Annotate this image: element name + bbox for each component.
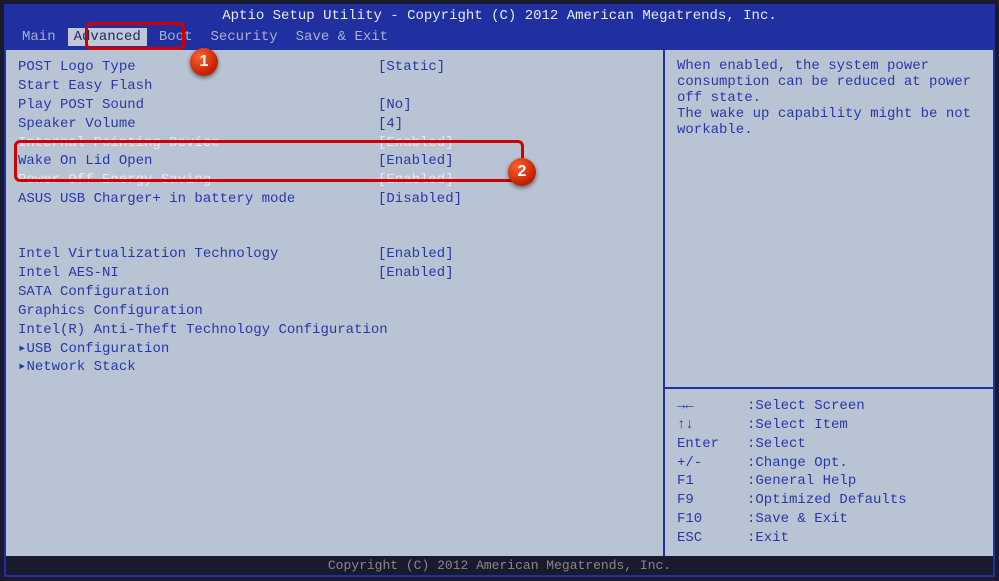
setting-usb-configuration[interactable]: ▸ USB Configuration xyxy=(18,340,651,359)
spacer xyxy=(18,209,651,227)
setting-wake-on-lid-open[interactable]: Wake On Lid Open [Enabled] xyxy=(18,152,651,171)
nav-help: →←: Select Screen ↑↓: Select Item Enter:… xyxy=(665,387,993,556)
setting-value: [Static] xyxy=(378,58,445,77)
nav-exit: ESC: Exit xyxy=(677,529,981,548)
bios-frame: Aptio Setup Utility - Copyright (C) 2012… xyxy=(4,4,995,577)
setting-power-off-energy-saving[interactable]: Power Off Energy Saving [Enabled] xyxy=(18,171,651,190)
nav-general-help: F1: General Help xyxy=(677,472,981,491)
menu-security[interactable]: Security xyxy=(204,28,283,46)
right-panel: When enabled, the system power consumpti… xyxy=(663,50,993,556)
help-content: When enabled, the system power consumpti… xyxy=(677,58,971,138)
setting-value: [Enabled] xyxy=(378,152,454,171)
setting-value: [No] xyxy=(378,96,412,115)
header-bar: Aptio Setup Utility - Copyright (C) 2012… xyxy=(6,6,993,26)
setting-speaker-volume[interactable]: Speaker Volume [4] xyxy=(18,115,651,134)
setting-value: [Enabled] xyxy=(378,134,454,153)
setting-label: Speaker Volume xyxy=(18,115,378,134)
setting-label: SATA Configuration xyxy=(18,283,378,302)
setting-label: POST Logo Type xyxy=(18,58,378,77)
setting-label: Start Easy Flash xyxy=(18,77,378,96)
setting-label: Internal Pointing Device xyxy=(18,134,378,153)
settings-panel: POST Logo Type [Static] Start Easy Flash… xyxy=(6,50,663,556)
setting-asus-usb-charger[interactable]: ASUS USB Charger+ in battery mode [Disab… xyxy=(18,190,651,209)
setting-value: [4] xyxy=(378,115,403,134)
submenu-arrow-icon: ▸ xyxy=(18,340,26,359)
spacer xyxy=(18,227,651,245)
setting-label: Graphics Configuration xyxy=(18,302,378,321)
header-title: Aptio Setup Utility - Copyright (C) 2012… xyxy=(222,8,777,24)
nav-save-exit: F10: Save & Exit xyxy=(677,510,981,529)
menu-bar: Main Advanced Boot Security Save & Exit xyxy=(6,26,993,48)
setting-label: Play POST Sound xyxy=(18,96,378,115)
menu-advanced[interactable]: Advanced xyxy=(68,28,147,46)
nav-select-screen: →←: Select Screen xyxy=(677,397,981,416)
footer-text: Copyright (C) 2012 American Megatrends, … xyxy=(328,558,671,573)
nav-select-item: ↑↓: Select Item xyxy=(677,416,981,435)
setting-label: USB Configuration xyxy=(26,340,366,359)
setting-label: Wake On Lid Open xyxy=(18,152,378,171)
setting-sata-configuration[interactable]: SATA Configuration xyxy=(18,283,651,302)
setting-label: Network Stack xyxy=(26,358,366,377)
setting-value: [Enabled] xyxy=(378,264,454,283)
setting-label: ASUS USB Charger+ in battery mode xyxy=(18,190,378,209)
menu-boot[interactable]: Boot xyxy=(153,28,199,46)
setting-label: Intel Virtualization Technology xyxy=(18,245,378,264)
content-area: POST Logo Type [Static] Start Easy Flash… xyxy=(6,48,993,556)
setting-value: [Disabled] xyxy=(378,190,462,209)
setting-value: [Enabled] xyxy=(378,171,454,190)
nav-optimized-defaults: F9: Optimized Defaults xyxy=(677,491,981,510)
setting-label: Intel AES-NI xyxy=(18,264,378,283)
nav-select: Enter: Select xyxy=(677,435,981,454)
footer-bar: Copyright (C) 2012 American Megatrends, … xyxy=(6,556,993,575)
submenu-arrow-icon: ▸ xyxy=(18,358,26,377)
setting-intel-anti-theft[interactable]: Intel(R) Anti-Theft Technology Configura… xyxy=(18,321,651,340)
setting-post-logo-type[interactable]: POST Logo Type [Static] xyxy=(18,58,651,77)
menu-save-exit[interactable]: Save & Exit xyxy=(290,28,394,46)
setting-intel-aes-ni[interactable]: Intel AES-NI [Enabled] xyxy=(18,264,651,283)
setting-label: Power Off Energy Saving xyxy=(18,171,378,190)
setting-label: Intel(R) Anti-Theft Technology Configura… xyxy=(18,321,378,340)
setting-network-stack[interactable]: ▸ Network Stack xyxy=(18,358,651,377)
setting-intel-virtualization[interactable]: Intel Virtualization Technology [Enabled… xyxy=(18,245,651,264)
setting-start-easy-flash[interactable]: Start Easy Flash xyxy=(18,77,651,96)
setting-value: [Enabled] xyxy=(378,245,454,264)
nav-change-opt: +/-: Change Opt. xyxy=(677,454,981,473)
menu-main[interactable]: Main xyxy=(16,28,62,46)
setting-play-post-sound[interactable]: Play POST Sound [No] xyxy=(18,96,651,115)
setting-graphics-configuration[interactable]: Graphics Configuration xyxy=(18,302,651,321)
help-text: When enabled, the system power consumpti… xyxy=(665,50,993,387)
setting-internal-pointing-device[interactable]: Internal Pointing Device [Enabled] xyxy=(18,134,651,153)
